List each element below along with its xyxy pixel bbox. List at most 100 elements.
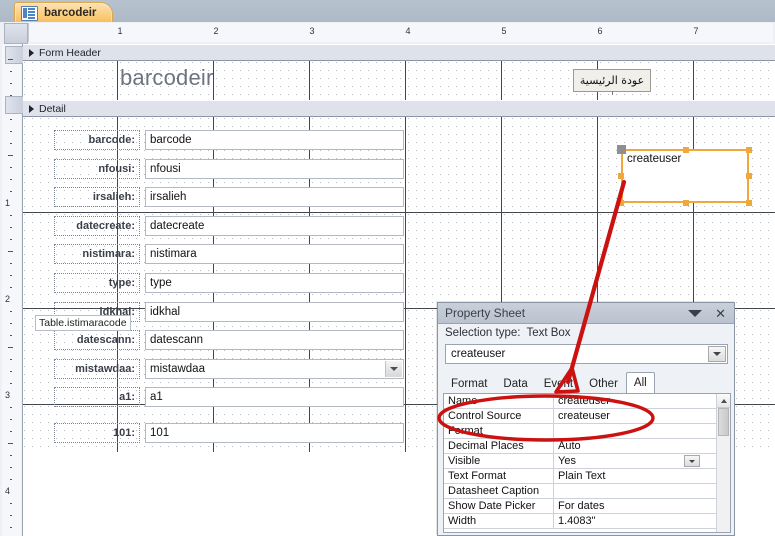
ruler-tick <box>10 323 12 324</box>
property-grid-scrollbar[interactable] <box>716 394 730 532</box>
field-value: nistimara <box>150 248 197 261</box>
property-value[interactable]: Yes <box>554 454 716 468</box>
property-row[interactable]: Datasheet Caption <box>444 484 716 499</box>
ruler-number: 3 <box>309 26 315 36</box>
property-row[interactable]: Format <box>444 424 716 439</box>
createuser-textbox[interactable]: createuser <box>621 149 749 203</box>
field-textbox[interactable]: nfousi <box>145 158 404 179</box>
property-sheet-titlebar[interactable]: Property Sheet ✕ <box>438 303 734 324</box>
ruler-corner-box[interactable] <box>4 23 28 44</box>
form-design-icon <box>21 5 38 21</box>
field-label[interactable]: datescann: <box>54 330 140 351</box>
property-value-text: createuser <box>558 395 610 407</box>
field-label[interactable]: a1: <box>54 387 140 408</box>
resize-handle-top-right[interactable] <box>746 146 752 153</box>
section-bar-form-header[interactable]: Form Header <box>23 44 775 61</box>
field-combobox[interactable]: mistawdaa <box>145 358 404 379</box>
ruler-tick <box>8 443 13 444</box>
field-textbox[interactable]: irsalieh <box>145 187 404 208</box>
property-tab-event[interactable]: Event <box>536 375 581 393</box>
property-row[interactable]: Text Format Plain Text <box>444 469 716 484</box>
property-value[interactable]: createuser <box>554 394 716 408</box>
form-title-label[interactable]: barcodeir <box>120 65 214 91</box>
property-row[interactable]: Width 1.4083" <box>444 514 716 529</box>
property-row[interactable]: Visible Yes <box>444 454 716 469</box>
field-label[interactable]: type: <box>54 273 140 293</box>
property-row[interactable]: Name createuser <box>444 394 716 409</box>
field-value: irsalieh <box>150 191 187 204</box>
gridline-v <box>405 117 406 452</box>
scrollbar-thumb[interactable] <box>718 408 729 436</box>
chevron-down-icon[interactable] <box>688 309 703 317</box>
property-value-text: createuser <box>558 410 610 422</box>
resize-handle-right[interactable] <box>746 173 752 179</box>
field-label[interactable]: irsalieh: <box>54 187 140 208</box>
ruler-tick <box>10 503 12 504</box>
field-label[interactable]: 101: <box>54 423 140 444</box>
close-icon[interactable]: ✕ <box>711 307 730 320</box>
chevron-down-icon[interactable] <box>385 360 402 377</box>
field-label[interactable]: datecreate: <box>54 215 140 236</box>
resize-handle-bottom[interactable] <box>683 200 689 206</box>
field-label[interactable]: nistimara: <box>54 244 140 265</box>
field-textbox[interactable]: 101 <box>145 423 404 444</box>
ruler-tick <box>10 239 12 240</box>
field-value: datecreate <box>150 219 205 232</box>
form-header-band[interactable]: barcodeir عودة الرئيسية <box>23 61 775 100</box>
property-row[interactable]: Decimal Places Auto <box>444 439 716 454</box>
ruler-tick <box>10 131 12 132</box>
ruler-tick <box>10 407 12 408</box>
field-textbox[interactable]: datecreate <box>145 215 404 236</box>
document-tab-barcodeir[interactable]: barcodeir <box>14 2 114 23</box>
property-value[interactable]: Plain Text <box>554 469 716 483</box>
section-label-detail: Detail <box>39 102 66 115</box>
property-row[interactable]: Show Date Picker For dates <box>444 499 716 514</box>
horizontal-ruler[interactable]: 1 2 3 4 5 6 7 <box>0 22 775 45</box>
property-tab-other[interactable]: Other <box>581 375 626 393</box>
resize-handle-bottom-right[interactable] <box>746 200 752 206</box>
vertical-ruler[interactable]: 1 2 3 4 <box>0 44 24 536</box>
field-textbox[interactable]: a1 <box>145 387 404 408</box>
chevron-down-icon[interactable] <box>708 346 726 362</box>
property-grid[interactable]: Name createuser Control Source createuser Fo… <box>443 393 731 533</box>
ruler-tick <box>10 167 12 168</box>
field-textbox[interactable]: type <box>145 273 404 293</box>
field-textbox[interactable]: nistimara <box>145 244 404 265</box>
vruler-block-detail[interactable] <box>5 96 24 114</box>
resize-handle-left[interactable] <box>618 173 624 179</box>
back-to-main-button[interactable]: عودة الرئيسية <box>573 69 651 95</box>
property-value[interactable]: Auto <box>554 439 716 453</box>
property-value[interactable] <box>554 484 716 498</box>
property-value-text: 1.4083" <box>558 515 596 527</box>
chevron-down-icon[interactable] <box>684 455 700 467</box>
property-tab-format[interactable]: Format <box>443 375 495 393</box>
property-sheet-panel[interactable]: Property Sheet ✕ Selection type: Text Bo… <box>437 302 735 536</box>
vruler-block-header[interactable] <box>5 46 24 64</box>
ruler-tick <box>10 275 12 276</box>
property-value[interactable]: For dates <box>554 499 716 513</box>
property-value[interactable]: createuser <box>554 409 716 423</box>
section-bar-detail[interactable]: Detail <box>23 100 775 117</box>
field-label[interactable]: nfousi: <box>54 158 140 179</box>
ruler-tick <box>10 119 12 120</box>
property-tab-all[interactable]: All <box>625 372 655 394</box>
field-textbox[interactable]: datescann <box>145 330 404 351</box>
property-tab-data[interactable]: Data <box>495 375 535 393</box>
ruler-tick <box>10 527 12 528</box>
field-value: datescann <box>150 334 204 347</box>
property-row[interactable]: Control Source createuser <box>444 409 716 424</box>
document-tab-strip: barcodeir <box>0 0 775 23</box>
field-label[interactable]: mistawdaa: <box>54 358 140 379</box>
field-textbox[interactable]: barcode <box>145 130 404 150</box>
resize-handle-top[interactable] <box>683 146 689 153</box>
ruler-tick <box>10 455 12 456</box>
field-label[interactable]: barcode: <box>54 130 140 150</box>
property-value[interactable]: 1.4083" <box>554 514 716 528</box>
property-value[interactable] <box>554 424 716 438</box>
scroll-up-icon[interactable] <box>717 394 730 408</box>
move-handle[interactable] <box>617 145 626 154</box>
field-textbox[interactable]: idkhal <box>145 301 404 322</box>
resize-handle-bottom-left[interactable] <box>618 200 624 206</box>
property-sheet-tabs[interactable]: Format Data Event Other All <box>443 372 731 394</box>
control-selector-combobox[interactable]: createuser <box>445 344 728 364</box>
